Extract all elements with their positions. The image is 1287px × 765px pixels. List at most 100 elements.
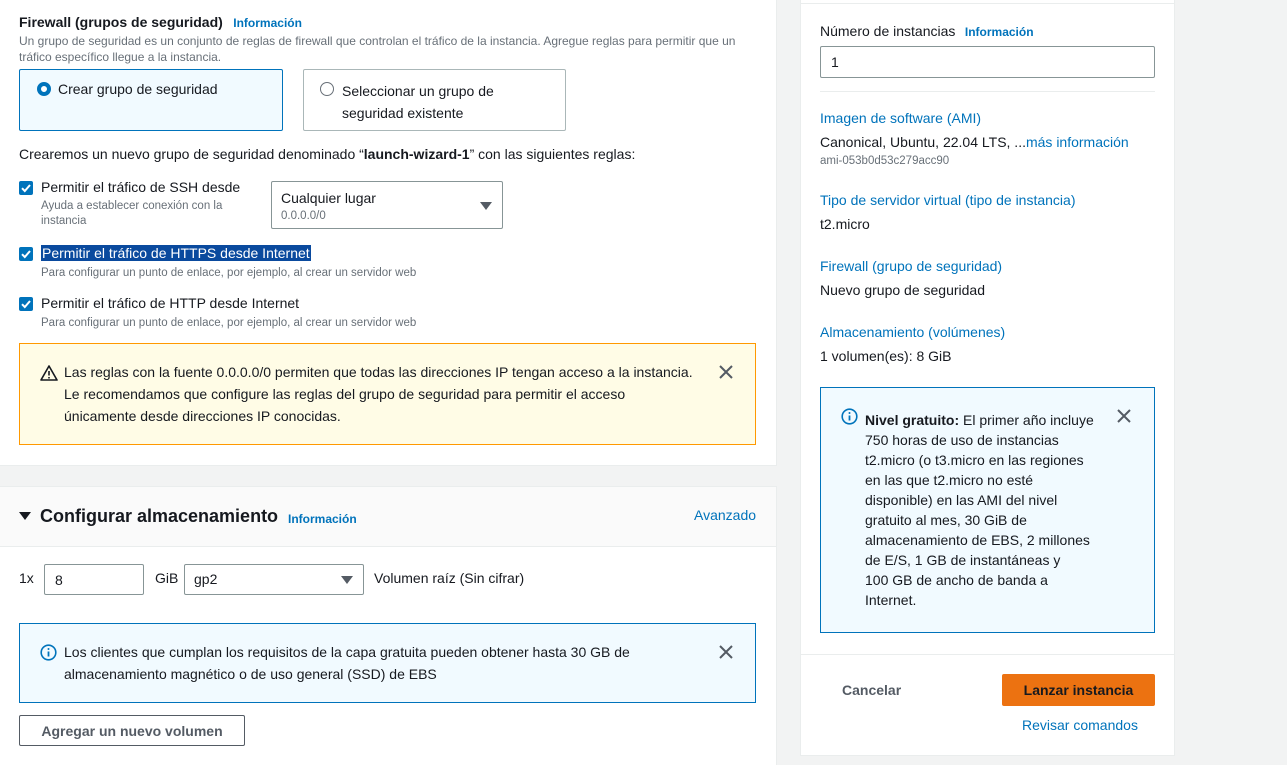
storage-summary-link[interactable]: Almacenamiento (volúmenes) [820, 324, 1005, 340]
http-label: Permitir el tráfico de HTTP desde Intern… [41, 295, 300, 311]
instances-value: 1 [831, 54, 839, 70]
instances-heading: Número de instancias Información [820, 23, 1034, 41]
caret-down-icon [480, 202, 492, 210]
firewall-description-line2: tráfico específico llegue a la instancia… [19, 50, 222, 64]
instances-input[interactable]: 1 [820, 46, 1155, 78]
ami-value: Canonical, Ubuntu, 22.04 LTS, ... [820, 134, 1026, 150]
divider [820, 91, 1155, 92]
ami-more-info-link[interactable]: más información [1026, 134, 1129, 150]
storage-info-text: Los clientes que cumplan los requisitos … [64, 641, 630, 685]
ssh-help: Ayuda a establecer conexión con la insta… [41, 199, 222, 229]
add-volume-button[interactable]: Agregar un nuevo volumen [19, 715, 245, 746]
ami-link[interactable]: Imagen de software (AMI) [820, 110, 981, 126]
ssh-label: Permitir el tráfico de SSH desde [41, 179, 241, 195]
firewall-title: Firewall (grupos de seguridad) [19, 14, 223, 30]
caret-down-icon [341, 576, 353, 584]
warning-line3: únicamente desde direcciones IP conocida… [64, 408, 341, 424]
free-tier-line-9: 100 GB de ancho de banda a [865, 572, 1048, 588]
check-icon [21, 184, 31, 193]
collapse-caret-icon[interactable] [19, 512, 31, 520]
summary-panel: Número de instancias Información 1 Image… [800, 0, 1175, 756]
check-icon [21, 250, 31, 259]
free-tier-line-6: gratuito al mes, 30 GiB de [865, 512, 1027, 528]
close-icon[interactable] [718, 644, 734, 660]
instances-label: Número de instancias [820, 23, 956, 39]
ssh-checkbox[interactable] [19, 181, 33, 195]
close-icon[interactable] [1116, 408, 1132, 424]
radio-create-label: Crear grupo de seguridad [58, 81, 218, 97]
review-commands-link[interactable]: Revisar comandos [1022, 717, 1138, 733]
volume-size-input[interactable]: 8 [44, 564, 144, 595]
close-icon[interactable] [718, 364, 734, 380]
statement-prefix: Crearemos un nuevo grupo de seguridad de… [19, 146, 364, 162]
cancel-button[interactable]: Cancelar [842, 682, 901, 698]
https-help: Para configurar un punto de enlace, por … [41, 267, 417, 279]
free-tier-line-1-text: El primer año incluye [959, 412, 1094, 428]
divider [801, 654, 1174, 655]
firewall-heading: Firewall (grupos de seguridad) Informaci… [19, 14, 302, 32]
firewall-section: Firewall (grupos de seguridad) Informaci… [0, 0, 777, 466]
free-tier-line-2: 750 horas de uso de instancias [865, 432, 1059, 448]
ssh-source-value: Cualquier lugar [281, 190, 376, 206]
free-tier-line-7: almacenamiento de EBS, 2 millones [865, 532, 1090, 548]
radio-select-label-line1: Seleccionar un grupo de [342, 83, 494, 99]
info-icon [841, 408, 858, 425]
radio-create-security-group[interactable]: Crear grupo de seguridad [19, 69, 283, 131]
warning-icon [40, 365, 58, 381]
storage-summary-value: 1 volumen(es): 8 GiB [820, 348, 952, 364]
ami-value-line: Canonical, Ubuntu, 22.04 LTS, ...más inf… [820, 134, 1129, 150]
https-checkbox[interactable] [19, 247, 33, 261]
launch-instance-label: Lanzar instancia [1023, 682, 1134, 698]
free-tier-line-5: disponible) en las AMI del nivel [865, 492, 1058, 508]
free-tier-storage-info: Los clientes que cumplan los requisitos … [19, 623, 756, 703]
add-volume-label: Agregar un nuevo volumen [41, 722, 223, 739]
http-checkbox[interactable] [19, 297, 33, 311]
radio-select-label-line2: seguridad existente [342, 105, 464, 121]
firewall-summary-link[interactable]: Firewall (grupo de seguridad) [820, 258, 1002, 274]
http-help: Para configurar un punto de enlace, por … [41, 317, 417, 329]
statement-suffix: ” con las siguientes reglas: [469, 146, 636, 162]
firewall-description-line1: Un grupo de seguridad es un conjunto de … [19, 34, 736, 48]
storage-title: Configurar almacenamiento [40, 506, 279, 526]
ssh-source-sub: 0.0.0.0/0 [281, 210, 326, 222]
radio-select-label: Seleccionar un grupo de seguridad existe… [342, 80, 494, 124]
free-tier-line-4: en las que t2.micro no esté [865, 472, 1034, 488]
ssh-help-line1: Ayuda a establecer conexión con la [41, 200, 223, 212]
radio-button-create[interactable] [37, 82, 51, 96]
https-label: Permitir el tráfico de HTTPS desde Inter… [41, 245, 311, 261]
ssh-help-line2: instancia [41, 215, 87, 227]
advanced-link[interactable]: Avanzado [694, 507, 756, 523]
instances-info-link[interactable]: Información [965, 25, 1034, 39]
free-tier-line-8: de E/S, 1 GB de instantáneas y [865, 552, 1061, 568]
firewall-info-link[interactable]: Información [233, 16, 302, 30]
volume-unit: GiB [155, 570, 179, 586]
radio-select-existing-group[interactable]: Seleccionar un grupo de seguridad existe… [303, 69, 566, 131]
launch-instance-button[interactable]: Lanzar instancia [1002, 674, 1155, 706]
summary-top-divider [801, 0, 1174, 4]
free-tier-info: Nivel gratuito: El primer año incluye 75… [820, 387, 1155, 633]
storage-info-line1: Los clientes que cumplan los requisitos … [64, 644, 630, 660]
warning-text: Las reglas con la fuente 0.0.0.0/0 permi… [64, 361, 693, 427]
ssh-source-select[interactable]: Cualquier lugar 0.0.0.0/0 [271, 181, 503, 229]
storage-section: Configurar almacenamiento Información Av… [0, 486, 777, 765]
free-tier-line-10: Internet. [865, 592, 917, 608]
volume-type-select[interactable]: gp2 [184, 564, 364, 595]
free-tier-bold: Nivel gratuito: [865, 412, 960, 428]
storage-header[interactable]: Configurar almacenamiento Información Av… [0, 487, 776, 547]
volume-description: Volumen raíz (Sin cifrar) [374, 570, 525, 586]
warning-line1: Las reglas con la fuente 0.0.0.0/0 permi… [64, 364, 693, 380]
security-group-statement: Crearemos un nuevo grupo de seguridad de… [19, 146, 635, 162]
free-tier-text: Nivel gratuito: El primer año incluye 75… [865, 410, 1110, 610]
firewall-summary-value: Nuevo grupo de seguridad [820, 282, 986, 298]
volume-size-value: 8 [55, 571, 63, 588]
free-tier-line-3: t2.micro (o t3.micro en las regiones [865, 452, 1084, 468]
free-tier-line-1: Nivel gratuito: El primer año incluye [865, 410, 1110, 430]
storage-info-link[interactable]: Información [288, 512, 357, 526]
instance-type-value: t2.micro [820, 216, 870, 232]
radio-button-select[interactable] [320, 82, 334, 96]
instance-type-link[interactable]: Tipo de servidor virtual (tipo de instan… [820, 192, 1076, 208]
volume-type-value: gp2 [194, 571, 218, 587]
volume-count: 1x [19, 570, 34, 586]
warning-line2: Le recomendamos que configure las reglas… [64, 386, 626, 402]
info-icon [40, 644, 57, 661]
